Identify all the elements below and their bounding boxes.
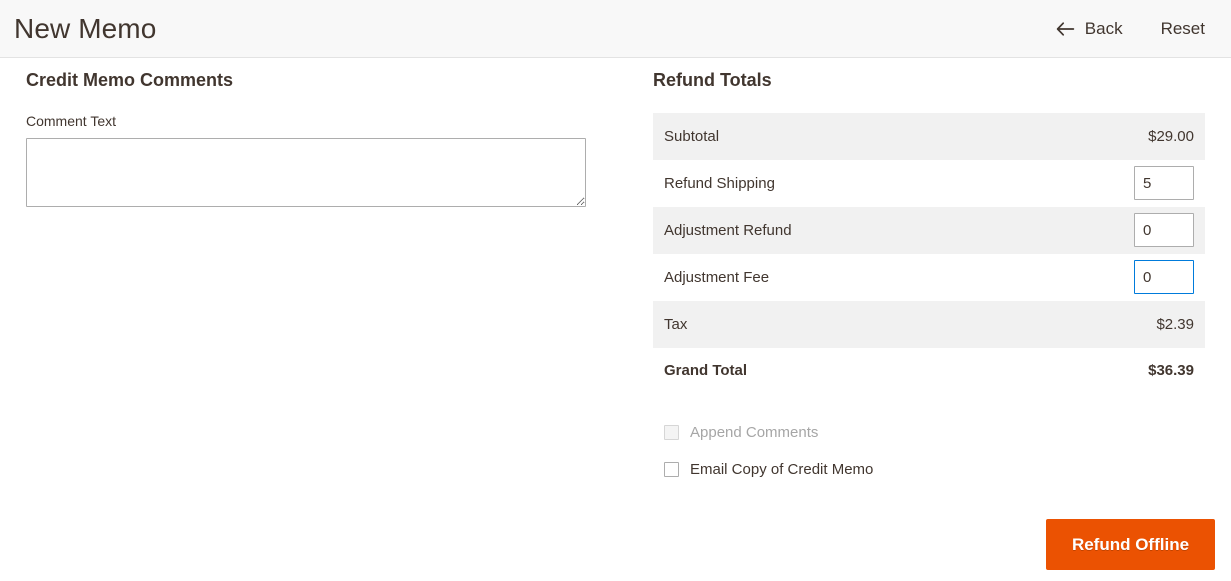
credit-memo-comments-section: Credit Memo Comments Comment Text <box>26 70 616 207</box>
refund-totals-section: Refund Totals Subtotal $29.00 Refund Shipp… <box>653 70 1205 488</box>
totals-row-value: $29.00 <box>1148 127 1194 145</box>
comment-text-label: Comment Text <box>26 112 116 129</box>
totals-row-input-cell <box>1018 160 1205 207</box>
totals-row: Tax $2.39 <box>653 300 1205 348</box>
totals-row: Refund Shipping <box>653 160 1205 207</box>
refund-totals-title: Refund Totals <box>653 70 772 90</box>
back-button[interactable]: Back <box>1052 15 1125 43</box>
totals-row-label: Adjustment Fee <box>664 268 770 286</box>
totals-row-label: Tax <box>664 315 688 333</box>
checkbox-row: Append Comments <box>664 414 1205 451</box>
amount-input[interactable] <box>1134 213 1194 248</box>
refund-offline-button[interactable]: Refund Offline <box>1046 519 1215 570</box>
comments-section-title: Credit Memo Comments <box>26 70 234 90</box>
form-actions-bar: Refund Offline <box>653 519 1215 570</box>
checkbox-input <box>664 424 679 440</box>
totals-row-label: Subtotal <box>664 127 720 145</box>
amount-input[interactable] <box>1134 260 1194 295</box>
totals-row-label: Adjustment Refund <box>664 221 792 239</box>
checkbox-label[interactable]: Email Copy of Credit Memo <box>690 461 873 478</box>
totals-row-label: Refund Shipping <box>664 174 775 192</box>
page-header: New Memo Back Reset <box>0 0 1231 58</box>
totals-row: Subtotal $29.00 <box>653 112 1205 160</box>
totals-row-value: $2.39 <box>1156 315 1194 333</box>
checkbox-input[interactable] <box>664 461 679 477</box>
totals-row-value: $36.39 <box>1148 361 1194 379</box>
totals-row: Grand Total $36.39 <box>653 348 1205 393</box>
refund-totals-body: Subtotal $29.00 Refund Shipping Adjustment … <box>653 112 1205 393</box>
header-actions: Back Reset <box>1052 15 1207 43</box>
amount-input[interactable] <box>1134 166 1194 201</box>
totals-row: Adjustment Fee <box>653 254 1205 301</box>
reset-button[interactable]: Reset <box>1159 15 1207 43</box>
refund-totals-table: Subtotal $29.00 Refund Shipping Adjustment … <box>653 112 1205 393</box>
reset-button-label: Reset <box>1160 18 1205 38</box>
page-title: New Memo <box>14 12 157 44</box>
totals-row-input-cell <box>1018 254 1205 301</box>
checkbox-row: Email Copy of Credit Memo <box>664 451 1205 488</box>
page-content: Credit Memo Comments Comment Text Refund… <box>0 58 1231 581</box>
checkbox-label: Append Comments <box>690 423 819 441</box>
comment-text-input[interactable] <box>26 137 586 207</box>
totals-row-input-cell <box>1018 207 1205 254</box>
back-button-label: Back <box>1084 18 1123 38</box>
arrow-left-icon <box>1054 21 1076 37</box>
refund-options-checkbox-list: Append Comments Email Copy of Credit Memo <box>653 414 1205 488</box>
totals-row-label: Grand Total <box>664 361 748 379</box>
totals-row: Adjustment Refund <box>653 206 1205 254</box>
